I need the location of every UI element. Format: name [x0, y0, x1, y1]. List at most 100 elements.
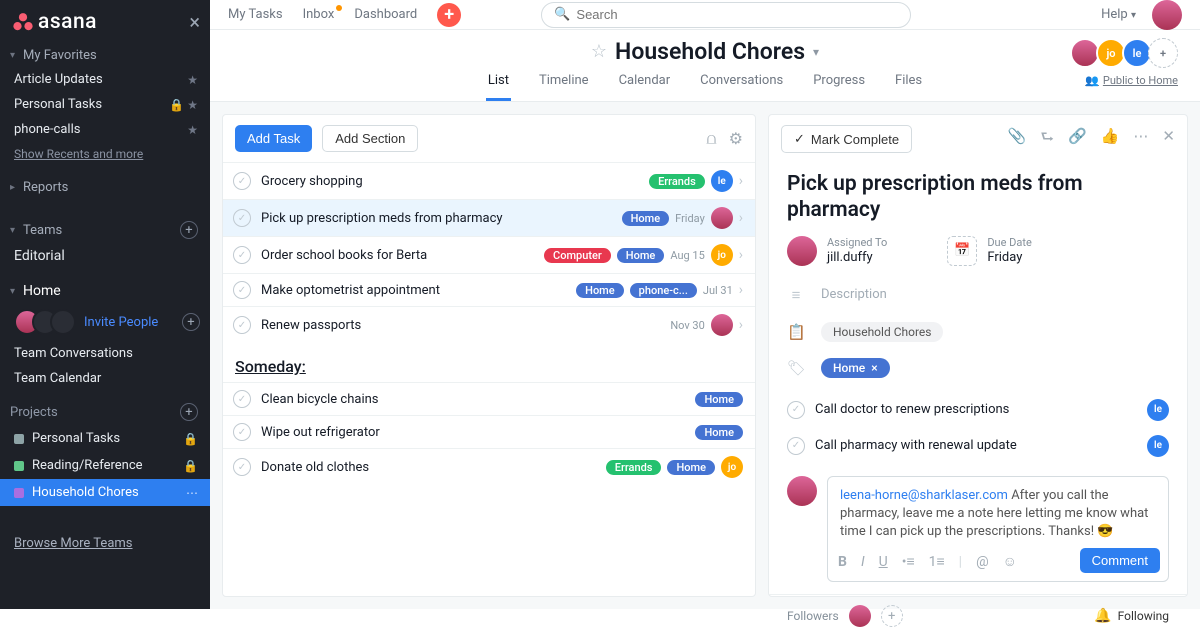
project-visibility[interactable]: 👥 Public to Home	[1085, 74, 1178, 87]
show-recents-link[interactable]: Show Recents and more	[0, 142, 210, 166]
bold-icon[interactable]: B	[838, 553, 847, 573]
sidebar-collapse-icon[interactable]: ×	[189, 10, 200, 34]
complete-toggle[interactable]: ✓	[233, 458, 251, 476]
assignee-avatar[interactable]	[711, 314, 733, 336]
sidebar-project-item[interactable]: Personal Tasks🔒	[0, 425, 210, 452]
add-section-button[interactable]: Add Section	[322, 125, 418, 152]
more-actions-icon[interactable]: ⋯	[1133, 127, 1148, 152]
complete-toggle[interactable]: ✓	[233, 390, 251, 408]
add-member-button[interactable]: +	[182, 313, 200, 331]
assignee-avatar[interactable]: le	[1147, 435, 1169, 457]
complete-toggle[interactable]: ✓	[233, 172, 251, 190]
nav-dashboard[interactable]: Dashboard	[354, 7, 417, 22]
project-tab-progress[interactable]: Progress	[811, 73, 867, 101]
assigned-to-field[interactable]: Assigned To jill.duffy	[787, 236, 887, 266]
tag-pill[interactable]: Errands	[649, 174, 705, 189]
due-date-field[interactable]: 📅 Due Date Friday	[947, 236, 1031, 266]
task-row[interactable]: ✓ Grocery shopping Errandsle›	[223, 162, 755, 199]
sidebar-team-conversations[interactable]: Team Conversations	[0, 341, 210, 366]
copy-link-icon[interactable]: 🔗	[1068, 127, 1087, 152]
subtask-row[interactable]: ✓Call doctor to renew prescriptionsle	[769, 392, 1187, 428]
complete-toggle[interactable]: ✓	[233, 316, 251, 334]
add-task-button[interactable]: Add Task	[235, 125, 312, 152]
task-row[interactable]: ✓ Renew passports Nov 30›	[223, 306, 755, 343]
help-menu[interactable]: Help ▾	[1101, 7, 1136, 22]
description-field[interactable]: ≡ Description	[769, 276, 1187, 314]
remove-tag-icon[interactable]: ×	[871, 361, 877, 375]
sidebar-favorite-item[interactable]: Article Updates★	[0, 67, 210, 92]
avatar[interactable]	[50, 309, 76, 335]
mark-complete-button[interactable]: ✓Mark Complete	[781, 125, 912, 153]
emoji-icon[interactable]: ☺	[1003, 553, 1017, 573]
sidebar-favorite-item[interactable]: Personal Tasks🔒 ★	[0, 92, 210, 117]
comment-author-link[interactable]: leena-horne@sharklaser.com	[840, 488, 1008, 503]
tag-pill[interactable]: Errands	[606, 460, 662, 475]
tag-pill[interactable]: Home	[695, 425, 743, 440]
assignee-avatar[interactable]: le	[711, 170, 733, 192]
sidebar-team-editorial[interactable]: Editorial	[0, 243, 210, 269]
project-tab-conversations[interactable]: Conversations	[698, 73, 785, 101]
star-project-button[interactable]: ☆	[591, 41, 607, 62]
tag-pill[interactable]: phone-c...	[630, 283, 697, 298]
comment-submit-button[interactable]: Comment	[1080, 548, 1160, 573]
subtask-row[interactable]: ✓Call pharmacy with renewal updatele	[769, 428, 1187, 464]
global-add-button[interactable]: +	[437, 3, 461, 27]
assignee-avatar[interactable]: jo	[721, 456, 743, 478]
task-row[interactable]: ✓ Clean bicycle chains Home	[223, 382, 755, 415]
complete-toggle[interactable]: ✓	[233, 423, 251, 441]
project-chip[interactable]: Household Chores	[821, 322, 943, 342]
following-toggle[interactable]: Following	[1118, 609, 1169, 623]
project-tab-timeline[interactable]: Timeline	[537, 73, 591, 101]
complete-toggle[interactable]: ✓	[233, 246, 251, 264]
task-row[interactable]: ✓ Wipe out refrigerator Home	[223, 415, 755, 448]
detail-task-title[interactable]: Pick up prescription meds from pharmacy	[769, 163, 1187, 236]
sidebar-project-item[interactable]: Household Chores⋯	[0, 479, 210, 506]
invite-people-link[interactable]: Invite People	[84, 315, 158, 330]
sidebar-favorites-header[interactable]: ▾My Favorites	[0, 40, 210, 67]
search-input[interactable]	[576, 7, 898, 22]
tag-pill[interactable]: Home	[695, 392, 743, 407]
underline-icon[interactable]: U	[879, 553, 888, 573]
attachment-icon[interactable]: 📎	[1008, 127, 1027, 152]
project-tab-files[interactable]: Files	[893, 73, 924, 101]
tag-pill[interactable]: Home	[617, 248, 665, 263]
assignee-avatar[interactable]: jo	[711, 244, 733, 266]
tag-pill[interactable]: Home	[622, 211, 670, 226]
assignee-filter-icon[interactable]: ⩍	[706, 129, 716, 149]
task-row[interactable]: ✓ Order school books for Berta ComputerH…	[223, 236, 755, 273]
section-someday-header[interactable]: Someday:	[223, 343, 755, 382]
tag-pill[interactable]: Computer	[544, 248, 611, 263]
add-follower-button[interactable]: +	[881, 605, 903, 627]
tag-pill[interactable]: Home	[576, 283, 624, 298]
comment-textarea[interactable]: leena-horne@sharklaser.com After you cal…	[827, 476, 1169, 583]
assignee-avatar[interactable]	[711, 207, 733, 229]
add-project-button[interactable]: +	[180, 403, 198, 421]
numbered-list-icon[interactable]: 1≡	[929, 553, 945, 573]
complete-toggle[interactable]: ✓	[233, 209, 251, 227]
nav-inbox[interactable]: Inbox	[303, 7, 335, 22]
tag-pill[interactable]: Home	[667, 460, 715, 475]
browse-teams-link[interactable]: Browse More Teams	[0, 524, 210, 563]
project-menu-chevron[interactable]: ▾	[813, 45, 819, 59]
task-row[interactable]: ✓ Pick up prescription meds from pharmac…	[223, 199, 755, 236]
complete-toggle[interactable]: ✓	[787, 401, 805, 419]
tag-chip[interactable]: Home ×	[821, 358, 890, 378]
subtask-icon[interactable]: ⮑	[1041, 127, 1055, 152]
sidebar-team-calendar[interactable]: Team Calendar	[0, 366, 210, 391]
search-box[interactable]: 🔍	[541, 2, 911, 28]
sort-settings-icon[interactable]: ⚙	[729, 129, 743, 149]
task-row[interactable]: ✓ Donate old clothes ErrandsHomejo	[223, 448, 755, 485]
sidebar-reports-header[interactable]: ▸Reports	[0, 172, 210, 199]
bullet-list-icon[interactable]: •≡	[902, 553, 915, 573]
like-icon[interactable]: 👍	[1101, 127, 1120, 152]
complete-toggle[interactable]: ✓	[233, 281, 251, 299]
add-project-member[interactable]: +	[1148, 38, 1178, 68]
sidebar-projects-header[interactable]: Projects +	[0, 395, 210, 425]
close-detail-icon[interactable]: ✕	[1162, 127, 1175, 152]
add-team-button[interactable]: +	[180, 221, 198, 239]
nav-my-tasks[interactable]: My Tasks	[228, 7, 283, 22]
italic-icon[interactable]: I	[861, 553, 865, 573]
sidebar-project-item[interactable]: Reading/Reference🔒	[0, 452, 210, 479]
sidebar-favorite-item[interactable]: phone-calls★	[0, 117, 210, 142]
follower-avatar[interactable]	[849, 605, 871, 627]
